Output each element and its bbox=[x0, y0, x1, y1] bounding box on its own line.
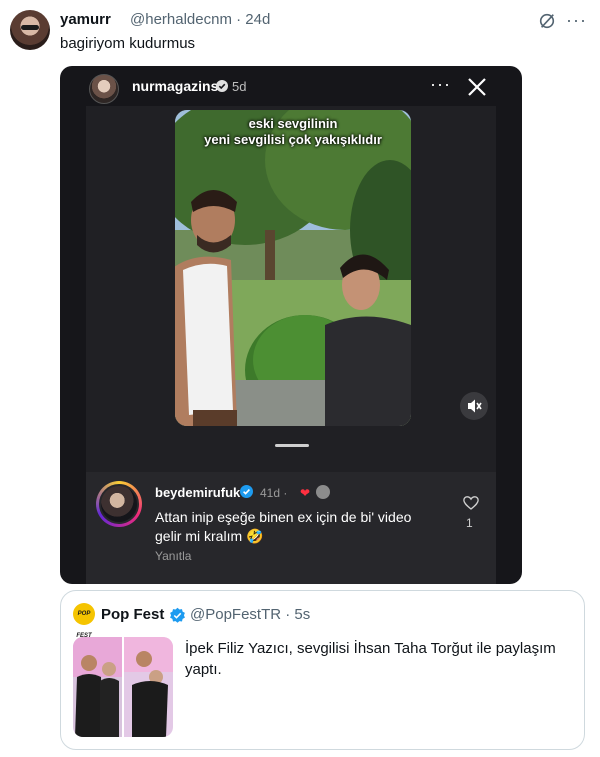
quoted-media[interactable] bbox=[73, 637, 173, 737]
reply-link: Yanıtla bbox=[155, 549, 192, 563]
comment-like-count: 1 bbox=[466, 516, 473, 530]
mute-button bbox=[460, 392, 488, 420]
quoted-handle-time[interactable]: @PopFestTR · 5s bbox=[190, 606, 310, 623]
avatar-glasses bbox=[21, 25, 39, 30]
grok-icon[interactable] bbox=[538, 12, 556, 30]
video-scene: scene bbox=[175, 110, 411, 426]
speaker-muted-icon bbox=[468, 399, 482, 413]
quoted-author-name[interactable]: Pop Fest bbox=[101, 606, 164, 623]
tweet-text: bagiriyom kudurmus bbox=[60, 35, 196, 52]
creator-avatar-mini bbox=[316, 485, 330, 499]
author-avatar[interactable] bbox=[10, 10, 50, 50]
story-avatar bbox=[89, 74, 119, 104]
comment-text: Attan inip eşeğe binen ex için de bi' vi… bbox=[155, 509, 412, 544]
comment-time: 41d · bbox=[260, 486, 288, 500]
close-icon bbox=[468, 78, 486, 96]
story-more-icon: ··· bbox=[430, 74, 451, 94]
quoted-text: İpek Filiz Yazıcı, sevgilisi İhsan Taha … bbox=[185, 640, 556, 678]
popfest-logo[interactable]: POP FEST bbox=[73, 603, 95, 639]
video-thumbnail: scene eski sevgilinin yeni sevgilisi çok… bbox=[175, 110, 411, 426]
quoted-tweet[interactable]: POP FEST Pop Fest @PopFestTR · 5s İpek F… bbox=[60, 590, 585, 750]
story-time: 5d bbox=[232, 79, 247, 94]
creator-heart-icon: ❤ bbox=[300, 486, 311, 500]
author-handle[interactable]: @herhaldecnm bbox=[130, 11, 232, 28]
commenter-avatar bbox=[96, 481, 142, 527]
tweet-time[interactable]: · 24d bbox=[236, 11, 270, 28]
more-options-icon[interactable]: ··· bbox=[566, 10, 587, 31]
quoted-photo-2 bbox=[124, 637, 173, 737]
video-caption: eski sevgilinin yeni sevgilisi çok yakış… bbox=[175, 116, 411, 148]
quoted-photo-1 bbox=[73, 637, 122, 737]
author-name[interactable]: yamurr bbox=[60, 11, 111, 28]
sheet-handle bbox=[275, 444, 309, 447]
caption-line-2: yeni sevgilisi çok yakışıklıdır bbox=[204, 132, 382, 147]
commenter-username: beydemirufuk bbox=[155, 485, 241, 500]
heart-outline-icon bbox=[463, 496, 479, 510]
author-handle-time[interactable]: @herhaldecnm · 24d bbox=[130, 11, 270, 28]
verified-icon bbox=[240, 485, 253, 498]
verified-icon bbox=[216, 80, 228, 92]
verified-icon bbox=[170, 607, 185, 623]
story-username: nurmagazins bbox=[132, 78, 219, 94]
caption-line-1: eski sevgilinin bbox=[248, 116, 338, 131]
embedded-screenshot[interactable]: nurmagazins 5d ··· eski sevgilinin yeni … bbox=[60, 66, 522, 584]
